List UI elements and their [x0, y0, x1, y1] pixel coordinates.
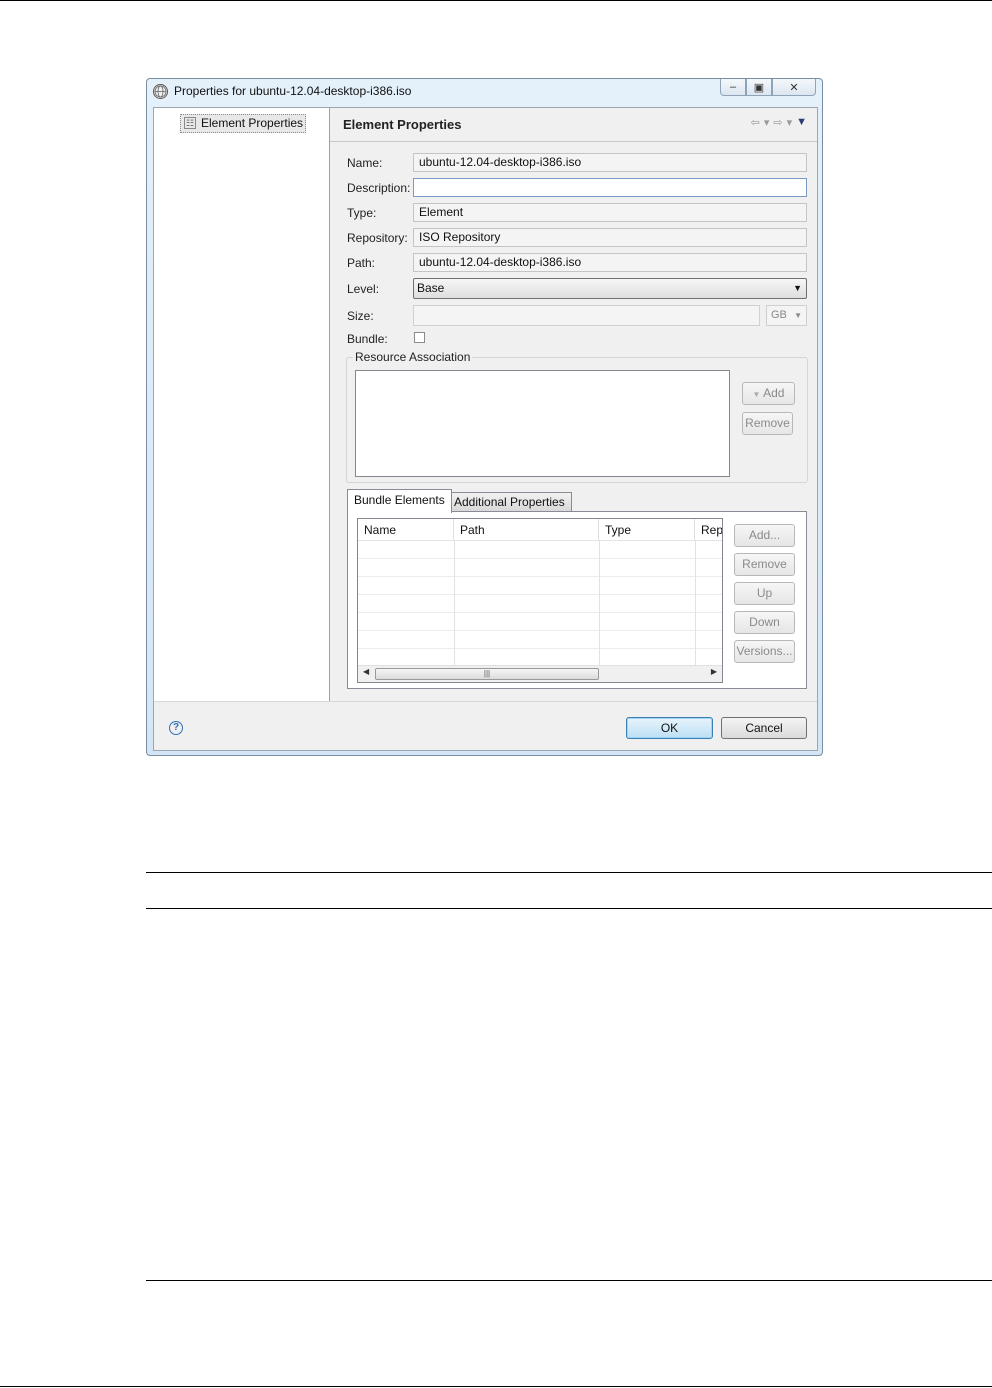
description-label: Description:	[347, 181, 411, 195]
dialog-client: ☷ Element Properties Element Properties …	[153, 107, 818, 751]
element-properties-icon: ☷	[184, 117, 196, 129]
properties-page: Element Properties ⇦ ▾ ⇨ ▾ ▼ Name: ubunt…	[330, 108, 817, 701]
size-label: Size:	[347, 309, 374, 323]
cancel-button[interactable]: Cancel	[721, 717, 807, 739]
globe-icon	[153, 84, 168, 99]
back-arrow-icon[interactable]: ⇦	[751, 116, 760, 129]
level-label: Level:	[347, 282, 380, 296]
column-header-type[interactable]: Type	[599, 519, 695, 541]
column-header-rep[interactable]: Rep	[695, 519, 722, 541]
table-row	[358, 631, 722, 649]
table-row	[358, 595, 722, 613]
page-bottom-rule	[0, 1386, 992, 1387]
close-icon: ✕	[789, 81, 799, 94]
view-menu-icon[interactable]: ▼	[796, 116, 807, 129]
bundle-label: Bundle:	[347, 332, 388, 346]
table-row	[358, 541, 722, 559]
size-unit-select: GB ▼	[766, 305, 807, 326]
page-rule	[146, 872, 992, 873]
table-row	[358, 559, 722, 577]
group-title: Resource Association	[353, 350, 473, 364]
close-button[interactable]: ✕	[772, 79, 816, 96]
level-value: Base	[417, 281, 445, 295]
size-unit-value: GB	[771, 309, 787, 321]
table-row	[358, 577, 722, 595]
chevron-down-icon: ▼	[793, 283, 802, 293]
dialog-button-bar: ? OK Cancel	[154, 701, 817, 751]
page-title: Element Properties	[343, 117, 462, 132]
minimize-icon: –	[729, 81, 737, 93]
column-header-path[interactable]: Path	[454, 519, 599, 541]
maximize-button[interactable]: ▣	[746, 79, 772, 96]
down-button: Down	[734, 611, 795, 634]
column-divider	[599, 541, 600, 665]
column-divider	[454, 541, 455, 665]
remove-resource-button: Remove	[742, 412, 793, 435]
maximize-icon: ▣	[753, 81, 765, 94]
name-label: Name:	[347, 156, 383, 170]
grip-icon: |||	[483, 669, 491, 678]
page-header: Element Properties ⇦ ▾ ⇨ ▾ ▼	[330, 108, 817, 142]
description-field[interactable]	[413, 178, 807, 197]
column-header-name[interactable]: Name	[358, 519, 454, 541]
tab-bundle-elements[interactable]: Bundle Elements	[347, 489, 452, 513]
add-resource-button: ▼ Add	[742, 382, 795, 405]
remove-bundle-button: Remove	[734, 553, 795, 576]
table-row	[358, 613, 722, 631]
level-select[interactable]: Base ▼	[413, 278, 807, 299]
window-title: Properties for ubuntu-12.04-desktop-i386…	[174, 84, 412, 98]
path-field: ubuntu-12.04-desktop-i386.iso	[413, 253, 807, 272]
repository-field: ISO Repository	[413, 228, 807, 247]
scrollbar-thumb[interactable]: |||	[375, 668, 599, 680]
add-resource-label: Add	[763, 386, 785, 400]
page-nav: ⇦ ▾ ⇨ ▾ ▼	[751, 116, 807, 129]
properties-dialog: Properties for ubuntu-12.04-desktop-i386…	[146, 78, 823, 756]
bundle-elements-panel: Name Path Type Rep ◀ ||| ▶ Add... Remove…	[347, 511, 807, 689]
type-label: Type:	[347, 206, 377, 220]
scroll-left-icon[interactable]: ◀	[363, 667, 369, 676]
horizontal-scrollbar[interactable]: ◀ ||| ▶	[358, 665, 722, 682]
name-field: ubuntu-12.04-desktop-i386.iso	[413, 153, 807, 172]
tab-additional-properties[interactable]: Additional Properties	[447, 492, 572, 512]
resource-association-list[interactable]	[355, 370, 730, 477]
repository-label: Repository:	[347, 231, 408, 245]
column-divider	[695, 541, 696, 665]
path-label: Path:	[347, 256, 376, 270]
chevron-down-icon: ▼	[794, 311, 802, 320]
bundle-elements-table[interactable]: Name Path Type Rep ◀ ||| ▶	[357, 518, 723, 683]
minimize-button[interactable]: –	[720, 79, 746, 96]
title-bar[interactable]: Properties for ubuntu-12.04-desktop-i386…	[147, 79, 822, 107]
resource-association-group: Resource Association ▼ Add Remove	[346, 350, 808, 483]
size-field	[413, 305, 760, 326]
versions-button: Versions...	[734, 640, 795, 663]
type-field: Element	[413, 203, 807, 222]
forward-arrow-icon[interactable]: ⇨	[773, 116, 782, 129]
add-bundle-button: Add...	[734, 524, 795, 547]
up-button: Up	[734, 582, 795, 605]
tree-item-label: Element Properties	[201, 116, 304, 130]
page-rule	[146, 908, 992, 909]
tree-item-element-properties[interactable]: ☷ Element Properties	[180, 114, 307, 133]
help-icon[interactable]: ?	[169, 721, 183, 735]
page-rule	[146, 1280, 992, 1281]
bundle-checkbox[interactable]	[414, 332, 425, 343]
scroll-right-icon[interactable]: ▶	[711, 667, 717, 676]
page-top-rule	[0, 0, 992, 1]
navigation-tree: ☷ Element Properties	[154, 108, 330, 701]
ok-button[interactable]: OK	[626, 717, 713, 739]
chevron-down-icon[interactable]: ▾	[764, 116, 770, 129]
chevron-down-icon[interactable]: ▾	[787, 116, 793, 129]
chevron-down-icon: ▼	[752, 390, 761, 399]
window-controls: – ▣ ✕	[720, 79, 816, 97]
